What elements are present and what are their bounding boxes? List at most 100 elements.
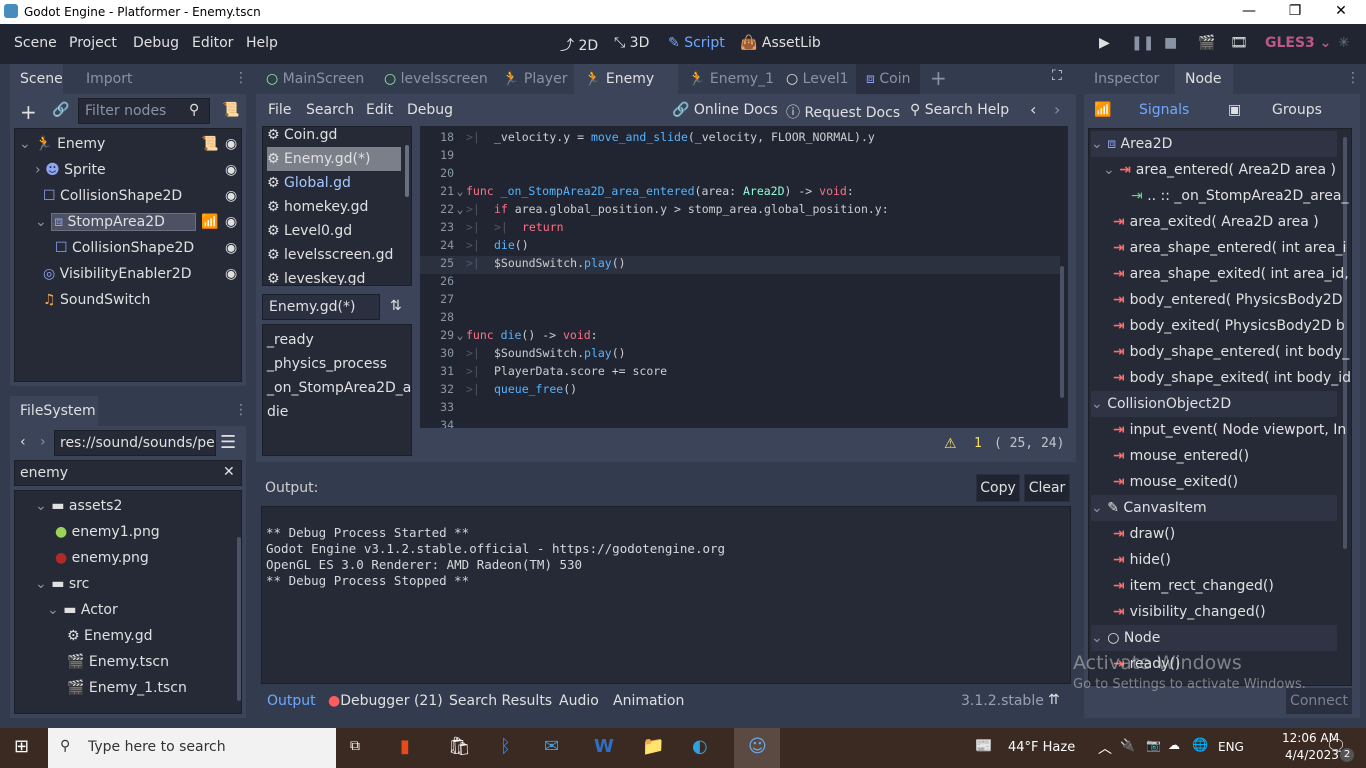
task-view-icon[interactable]: ⧉ [350, 738, 360, 754]
play-custom-scene-button[interactable]: 🎞 [1230, 35, 1248, 51]
file-item-enemy1-tscn[interactable]: 🎬 Enemy_1.tscn [67, 675, 187, 701]
method-item[interactable]: die [267, 399, 288, 425]
forward-button[interactable]: › [40, 434, 46, 450]
file-item-enemy-png[interactable]: ● enemy.png [55, 545, 149, 571]
distraction-free-icon[interactable]: ⛶ [1052, 68, 1062, 84]
add-node-button[interactable]: + [20, 100, 37, 124]
code-editor[interactable]: 18 >| _velocity.y = move_and_slide(_veloci… [420, 126, 1068, 428]
scene-tab-enemy[interactable]: 🏃 Enemy ✕ [574, 64, 678, 117]
stop-button[interactable]: ■ [1164, 35, 1177, 51]
dock-menu-icon[interactable]: ⋮ [234, 70, 248, 86]
attach-script-icon[interactable]: 📜 [222, 102, 239, 118]
line-number[interactable]: 32 [420, 380, 454, 398]
pause-button[interactable]: ❚❚ [1131, 35, 1154, 51]
restore-button[interactable]: ❐ [1272, 0, 1318, 24]
fold-arrow-icon[interactable]: ⌄ [454, 326, 466, 344]
script-menu-search[interactable]: Search [306, 102, 354, 118]
expand-panel-icon[interactable]: ⇈ [1048, 692, 1060, 708]
history-forward-button[interactable]: › [1054, 100, 1060, 119]
clear-search-icon[interactable]: ✕ [223, 464, 235, 480]
signal-item[interactable]: ⌄ ⇥ area_entered( Area2D area ) [1103, 157, 1336, 183]
onedrive-icon[interactable]: ☁ [1168, 738, 1180, 752]
clear-button[interactable]: Clear [1024, 474, 1070, 502]
bottom-tab-audio[interactable]: Audio [559, 693, 599, 709]
bluetooth-icon[interactable]: ᛒ [500, 736, 511, 757]
menu-help[interactable]: Help [246, 35, 278, 51]
line-number[interactable]: 26 [420, 272, 454, 290]
method-item[interactable]: _on_StompArea2D_are [267, 375, 411, 401]
line-number[interactable]: 28 [420, 308, 454, 326]
collapse-arrow-icon[interactable]: ⌄ [1091, 136, 1107, 152]
tab-import[interactable]: Import [76, 64, 142, 94]
signal-item[interactable]: ⇥ item_rect_changed() [1113, 573, 1274, 599]
menu-debug[interactable]: Debug [133, 35, 179, 51]
warning-count[interactable]: 1 [974, 436, 982, 451]
line-number[interactable]: 22 [420, 200, 454, 218]
split-mode-icon[interactable]: ☰ [220, 432, 236, 453]
bottom-tab-animation[interactable]: Animation [613, 693, 684, 709]
language-indicator[interactable]: ENG [1218, 740, 1244, 754]
signal-item[interactable]: ⇥ hide() [1113, 547, 1171, 573]
line-number[interactable]: 34 [420, 416, 454, 428]
minimize-button[interactable]: — [1226, 0, 1272, 24]
signal-item[interactable]: ⇥ mouse_exited() [1113, 469, 1238, 495]
signal-item[interactable]: ⇥ draw() [1113, 521, 1175, 547]
line-number[interactable]: 31 [420, 362, 454, 380]
weather-text[interactable]: 44°F Haze [1008, 740, 1075, 755]
collapse-arrow-icon[interactable]: ⌄ [1103, 162, 1119, 178]
back-button[interactable]: ‹ [20, 434, 26, 450]
scene-tab-enemy1[interactable]: 🏃 Enemy_1 [678, 64, 784, 94]
script-item[interactable]: ⚙ Global.gd [267, 171, 401, 195]
mode-script-button[interactable]: ✎ Script [668, 35, 725, 51]
signal-item[interactable]: ⇥ body_entered( PhysicsBody2D [1113, 287, 1343, 313]
visibility-eye-icon[interactable]: ◉ [225, 157, 237, 183]
signal-connection[interactable]: ⇥ .. :: _on_StompArea2D_area_ [1131, 183, 1348, 209]
line-number[interactable]: 23 [420, 218, 454, 236]
path-field[interactable]: res://sound/sounds/pe [54, 430, 216, 456]
signal-group-header[interactable]: ⌄ ○ Node [1091, 625, 1337, 651]
office-icon[interactable]: ▮ [400, 736, 410, 757]
script-item[interactable]: ⚙ levelsscreen.gd [267, 243, 401, 267]
scene-tab-player[interactable]: 🏃 Player [492, 64, 577, 94]
file-explorer-icon[interactable]: 📁 [642, 736, 664, 757]
script-menu-file[interactable]: File [268, 102, 291, 118]
history-back-button[interactable]: ‹ [1030, 100, 1036, 119]
signals-tab[interactable]: Signals [1139, 102, 1189, 118]
copy-button[interactable]: Copy [976, 474, 1020, 502]
tree-node-enemy[interactable]: ⌄ 🏃 Enemy 📜 ◉ [19, 131, 241, 157]
tab-node[interactable]: Node [1175, 64, 1233, 94]
renderer-select[interactable]: GLES3 ⌄ [1265, 35, 1331, 51]
signal-item[interactable]: ⇥ area_exited( Area2D area ) [1113, 209, 1319, 235]
signal-icon[interactable]: 📶 [201, 209, 218, 235]
network-icon[interactable]: 🌐 [1192, 738, 1208, 753]
collapse-arrow-icon[interactable]: ⌄ [1091, 500, 1107, 516]
mode-assetlib-button[interactable]: 👜 AssetLib [740, 35, 821, 51]
tree-node-visibilityenabler2d[interactable]: ◎ VisibilityEnabler2D ◉ [43, 261, 241, 287]
visibility-eye-icon[interactable]: ◉ [225, 131, 237, 157]
visibility-eye-icon[interactable]: ◉ [225, 209, 237, 235]
collapse-arrow-icon[interactable]: ⌄ [1091, 630, 1107, 646]
signal-item[interactable]: ⇥ input_event( Node viewport, In [1113, 417, 1346, 443]
script-menu-debug[interactable]: Debug [407, 102, 453, 118]
instance-scene-icon[interactable]: 🔗 [52, 102, 69, 118]
scene-tab-coin[interactable]: ⧈ Coin [856, 64, 921, 94]
visibility-eye-icon[interactable]: ◉ [225, 183, 237, 209]
menu-scene[interactable]: Scene [14, 35, 57, 51]
line-number[interactable]: 29 [420, 326, 454, 344]
method-item[interactable]: _physics_process [267, 351, 387, 377]
tree-node-stomparea2d[interactable]: ⌄ ⧈ StompArea2D 📶 ◉ [35, 209, 241, 235]
file-item-actor[interactable]: ⌄ ▬ Actor [47, 597, 118, 623]
script-item[interactable]: ⚙ Coin.gd [267, 127, 401, 147]
warning-icon[interactable]: ⚠ [944, 436, 957, 452]
line-number[interactable]: 19 [420, 146, 454, 164]
file-search-input[interactable]: enemy ✕ [14, 460, 242, 486]
search-help-button[interactable]: ⚲ Search Help [910, 102, 1009, 118]
signal-item[interactable]: ⇥ body_shape_entered( int body_ [1113, 339, 1349, 365]
taskbar-search-box[interactable]: ⚲ Type here to search [48, 728, 336, 768]
signal-group-header[interactable]: ⌄ ✎ CanvasItem [1091, 495, 1337, 521]
script-item[interactable]: ⚙ leveskey.gd [267, 267, 401, 285]
method-item[interactable]: _ready [267, 327, 314, 353]
add-scene-tab-button[interactable]: + [930, 66, 947, 90]
script-icon[interactable]: 📜 [201, 131, 218, 157]
scrollbar[interactable] [237, 537, 241, 701]
